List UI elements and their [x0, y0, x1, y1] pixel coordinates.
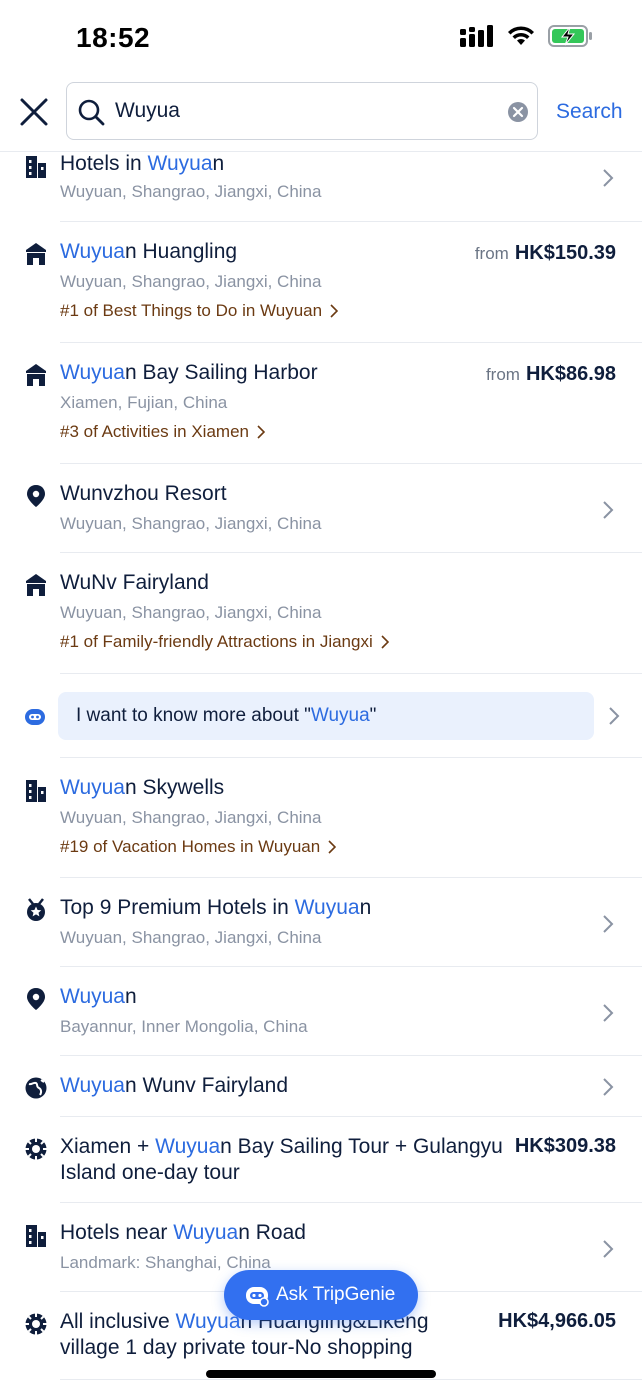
attraction-icon: [26, 574, 46, 596]
result-title: Wuyuan: [60, 985, 137, 1008]
result-item[interactable]: Top 9 Premium Hotels in Wuyuan Wuyuan, Sh…: [0, 878, 642, 967]
chevron-right-icon: [609, 707, 620, 725]
chevron-right-icon: [330, 304, 339, 318]
chevron-right-icon: [603, 1240, 614, 1258]
result-title-line2: village 1 day private tour-No shopping: [60, 1336, 413, 1359]
tripgenie-bot-icon: [246, 1287, 269, 1307]
result-location: Bayannur, Inner Mongolia, China: [60, 1017, 308, 1036]
result-title: Hotels near Wuyuan Road: [60, 1221, 306, 1244]
building-icon: [26, 780, 46, 802]
tour-icon: [25, 1313, 47, 1335]
result-price: HK$309.38: [514, 1135, 616, 1157]
result-title: WuNv Fairyland: [60, 571, 209, 594]
result-price: from HK$150.39: [474, 242, 616, 264]
result-title: Wuyuan Bay Sailing Harbor: [60, 361, 318, 384]
chevron-right-icon: [381, 635, 389, 649]
result-item[interactable]: Hotels in Wuyuan Wuyuan, Shangrao, Jiangx…: [0, 152, 642, 222]
result-title: Top 9 Premium Hotels in Wuyuan: [60, 896, 372, 919]
result-item[interactable]: Wuyuan Bay Sailing Harbor Xiamen, Fujian,…: [0, 343, 642, 464]
result-ranking[interactable]: #19 of Vacation Homes in Wuyuan: [60, 837, 337, 857]
result-location: Wuyuan, Shangrao, Jiangxi, China: [60, 808, 322, 827]
location-pin-icon: [27, 485, 45, 507]
result-title: Wunvzhou Resort: [60, 482, 227, 505]
chevron-right-icon: [603, 915, 614, 933]
result-location: Xiamen, Fujian, China: [60, 393, 228, 412]
result-title: Hotels in Wuyuan: [60, 152, 225, 175]
chevron-right-icon: [603, 501, 614, 519]
location-pin-icon: [27, 988, 45, 1010]
result-ranking[interactable]: #1 of Best Things to Do in Wuyuan: [60, 301, 339, 321]
globe-icon: [25, 1077, 47, 1099]
chevron-right-icon: [603, 1004, 614, 1022]
chevron-right-icon: [328, 840, 337, 854]
ai-suggestion-text: I want to know more about "Wuyua": [76, 705, 377, 726]
result-price: from HK$86.98: [485, 363, 616, 385]
result-location: Wuyuan, Shangrao, Jiangxi, China: [60, 928, 322, 947]
building-icon: [26, 1225, 46, 1247]
result-item[interactable]: Wuyuan Bayannur, Inner Mongolia, China: [0, 967, 642, 1056]
robot-icon: [25, 709, 45, 725]
building-icon: [26, 156, 46, 178]
attraction-icon: [26, 243, 46, 265]
result-location: Wuyuan, Shangrao, Jiangxi, China: [60, 514, 322, 533]
ai-suggestion-bubble[interactable]: I want to know more about "Wuyua": [58, 692, 594, 740]
home-indicator: [206, 1370, 436, 1378]
results-rows: Hotels in Wuyuan Wuyuan, Shangrao, Jiangx…: [0, 0, 642, 1389]
result-title: Xiamen + Wuyuan Bay Sailing Tour + Gulan…: [60, 1135, 503, 1158]
chevron-right-icon: [603, 1078, 614, 1096]
result-location: Wuyuan, Shangrao, Jiangxi, China: [60, 603, 322, 622]
result-item[interactable]: Xiamen + Wuyuan Bay Sailing Tour + Gulan…: [0, 1117, 642, 1203]
result-title: Wuyuan Huangling: [60, 240, 238, 263]
result-location: Wuyuan, Shangrao, Jiangxi, China: [60, 272, 322, 291]
result-ranking[interactable]: #1 of Family-friendly Attractions in Jia…: [60, 632, 389, 652]
ask-ai-suggestion[interactable]: I want to know more about "Wuyua": [0, 674, 642, 758]
result-item[interactable]: Wuyuan Skywells Wuyuan, Shangrao, Jiangxi…: [0, 758, 642, 878]
result-item[interactable]: Wuyuan Huangling Wuyuan, Shangrao, Jiangx…: [0, 222, 642, 343]
result-location: Wuyuan, Shangrao, Jiangxi, China: [60, 182, 322, 201]
result-item[interactable]: Wuyuan Wunv Fairyland: [0, 1056, 642, 1117]
award-icon: [27, 898, 45, 921]
ask-tripgenie-label: Ask TripGenie: [276, 1284, 396, 1305]
tour-icon: [25, 1138, 47, 1160]
result-item[interactable]: Wunvzhou Resort Wuyuan, Shangrao, Jiangxi…: [0, 464, 642, 553]
result-title: Wuyuan Skywells: [60, 776, 225, 799]
chevron-right-icon: [603, 169, 614, 187]
result-item[interactable]: WuNv Fairyland Wuyuan, Shangrao, Jiangxi,…: [0, 553, 642, 674]
result-title: Wuyuan Wunv Fairyland: [60, 1074, 289, 1097]
ask-tripgenie-button[interactable]: Ask TripGenie: [224, 1270, 418, 1320]
result-location: Landmark: Shanghai, China: [60, 1253, 271, 1272]
chevron-right-icon: [257, 425, 266, 439]
result-ranking[interactable]: #3 of Activities in Xiamen: [60, 422, 266, 442]
attraction-icon: [26, 364, 46, 386]
result-price: HK$4,966.05: [498, 1310, 616, 1332]
result-title-line2: Island one-day tour: [60, 1161, 240, 1184]
